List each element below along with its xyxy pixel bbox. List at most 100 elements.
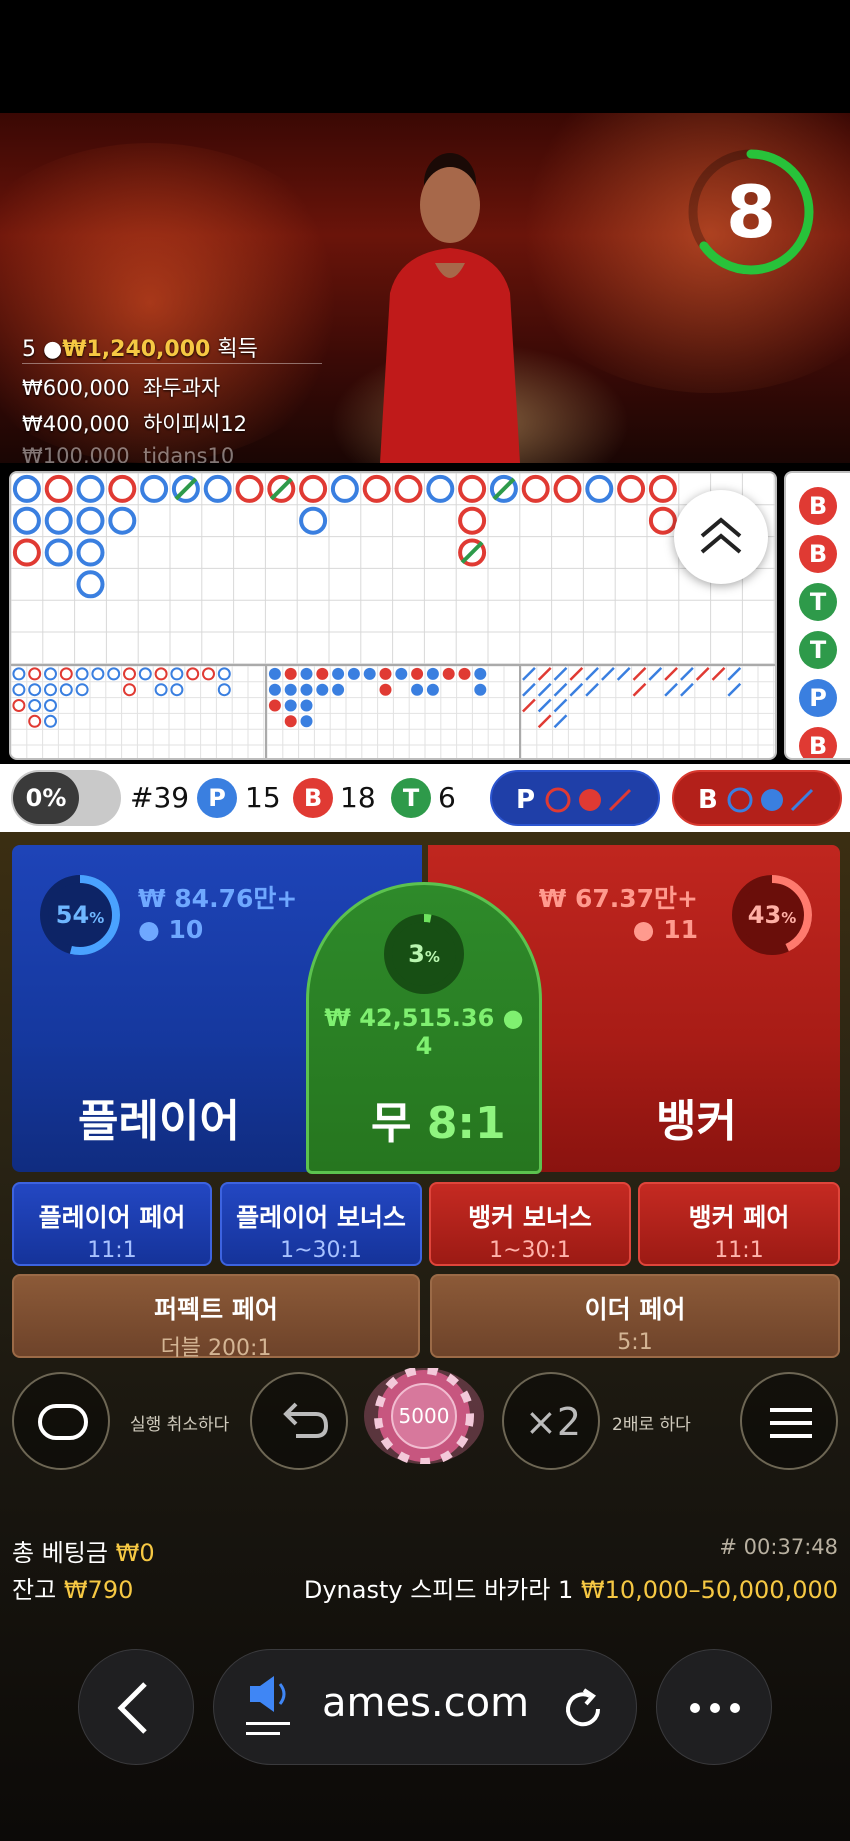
- tie-badge: T: [391, 778, 431, 818]
- bead-banker: [299, 474, 328, 503]
- double-button[interactable]: ×2: [502, 1372, 600, 1470]
- speaker-icon: [246, 1676, 290, 1735]
- browser-more-button[interactable]: [656, 1649, 772, 1765]
- tie-mark: [492, 477, 516, 501]
- bead-banker: [235, 474, 264, 503]
- tie-share-ring: 3%: [382, 912, 466, 996]
- winner-amount: ₩100,000: [22, 444, 130, 463]
- tie-odds: 8:1: [426, 1098, 506, 1149]
- side-bet-odds: 11:1: [87, 1238, 137, 1263]
- small-road: [267, 666, 519, 758]
- dealer-video: 8 5 ●₩1,240,000 획득 ₩600,000 좌두과자 ₩400,00…: [0, 113, 850, 463]
- banker-pair-bet[interactable]: 뱅커 페어 11:1: [638, 1182, 840, 1266]
- bead-player: [140, 474, 169, 503]
- banker-ask-button[interactable]: B: [672, 770, 842, 826]
- player-badge: P: [197, 778, 237, 818]
- prediction-badge: B: [799, 487, 837, 525]
- bead-banker: [553, 474, 582, 503]
- derived-road-mark: [316, 683, 329, 696]
- derived-road-mark: [585, 682, 599, 697]
- player-pair-bet[interactable]: 플레이어 페어 11:1: [12, 1182, 212, 1266]
- derived-road-mark: [411, 683, 424, 696]
- bead-banker: [394, 474, 423, 503]
- derived-road-mark: [28, 699, 42, 712]
- tie-bet-spot[interactable]: 3% ₩ 42,515.36 ● 4 무 8:1: [306, 882, 542, 1174]
- derived-road-mark: [284, 699, 297, 712]
- derived-road-mark: [664, 667, 678, 681]
- bead-player: [299, 506, 328, 535]
- winner-amount: ₩600,000: [22, 376, 130, 400]
- chip-selector[interactable]: 5000: [362, 1366, 486, 1466]
- either-pair-bet[interactable]: 이더 페어 5:1: [430, 1274, 840, 1358]
- side-bet-name: 플레이어 보너스: [236, 1203, 406, 1232]
- tie-label-text: 무: [371, 1098, 412, 1149]
- derived-road-mark: [553, 714, 568, 729]
- balance-label: 잔고: [12, 1576, 57, 1604]
- derived-road-mark: [711, 667, 726, 681]
- derived-road-mark: [569, 667, 584, 681]
- balance: 잔고 ₩790: [12, 1570, 133, 1605]
- percent-toggle[interactable]: 0%: [11, 770, 121, 826]
- reload-icon[interactable]: [560, 1686, 606, 1732]
- player-bonus-bet[interactable]: 플레이어 보너스 1~30:1: [220, 1182, 422, 1266]
- perfect-pair-bet[interactable]: 퍼펙트 페어 더블 200:1: [12, 1274, 420, 1361]
- side-bet-name: 뱅커 보너스: [468, 1203, 592, 1232]
- derived-road-mark: [695, 667, 710, 681]
- cockroach-road: [521, 666, 775, 758]
- derived-road-mark: [75, 683, 89, 697]
- side-bet-odds: 1~30:1: [280, 1238, 362, 1263]
- round-time: # 00:37:48: [719, 1535, 838, 1559]
- bead-player: [12, 474, 41, 503]
- prediction-badge: T: [799, 583, 837, 621]
- chip-value: 5000: [398, 1404, 450, 1428]
- expand-roadmap-button[interactable]: [674, 490, 768, 584]
- tie-pool: ₩ 42,515.36 ● 4: [324, 1004, 524, 1060]
- side-bet-odds: 5:1: [617, 1330, 653, 1355]
- derived-road-mark: [537, 698, 552, 713]
- prediction-badge: T: [799, 631, 837, 669]
- winner-name: tidans10: [142, 444, 235, 463]
- winner-name: 좌두과자: [142, 376, 221, 400]
- prediction-column: BBTTPB: [784, 471, 850, 760]
- total-bet-value: ₩0: [115, 1539, 155, 1567]
- double-icon: ×2: [524, 1400, 582, 1444]
- derived-road-mark: [553, 682, 568, 697]
- derived-road-mark: [522, 667, 536, 681]
- bead-banker: [108, 474, 137, 503]
- tie-count: 6: [438, 781, 456, 814]
- bead-player: [426, 474, 455, 503]
- derived-road-mark: [202, 667, 215, 681]
- banker-bonus-bet[interactable]: 뱅커 보너스 1~30:1: [429, 1182, 631, 1266]
- side-bet-name: 뱅커 페어: [688, 1203, 790, 1232]
- derived-road-mark: [442, 667, 455, 680]
- banker-pool-amount: ₩ 67.37만+: [538, 884, 698, 913]
- derived-road-mark: [522, 698, 536, 713]
- derived-road-mark: [553, 667, 568, 681]
- derived-road-mark: [44, 699, 57, 712]
- browser-back-button[interactable]: [78, 1649, 194, 1765]
- derived-road-mark: [123, 683, 136, 697]
- player-ask-button[interactable]: P: [490, 770, 660, 826]
- tie-mark: [269, 477, 293, 501]
- url-text: ames.com: [322, 1680, 530, 1726]
- browser-address-bar[interactable]: ames.com: [213, 1649, 637, 1765]
- banker-users: 11: [663, 915, 698, 944]
- derived-road-mark: [379, 683, 392, 696]
- side-bet-name: 플레이어 페어: [38, 1203, 186, 1232]
- countdown-timer: 8: [686, 147, 816, 277]
- stats-bar: 0% #39 P 15 B 18 T 6 P B: [0, 764, 850, 832]
- roadmap-scoreboard[interactable]: [9, 471, 777, 760]
- derived-road-mark: [474, 683, 487, 696]
- table-view-button[interactable]: [12, 1372, 110, 1470]
- derived-road-mark: [727, 667, 742, 681]
- derived-road-mark: [332, 667, 345, 680]
- menu-button[interactable]: [740, 1372, 838, 1470]
- derived-road-mark: [632, 667, 647, 681]
- undo-button[interactable]: [250, 1372, 348, 1470]
- banker-user-count: ● 11: [632, 915, 698, 944]
- derived-road-mark: [537, 714, 552, 729]
- tie-pool-amount: ₩ 42,515.36: [324, 1004, 495, 1032]
- player-pool-amount: ₩ 84.76만+: [138, 884, 298, 913]
- derived-road-mark: [268, 667, 281, 680]
- derived-road-mark: [537, 667, 552, 681]
